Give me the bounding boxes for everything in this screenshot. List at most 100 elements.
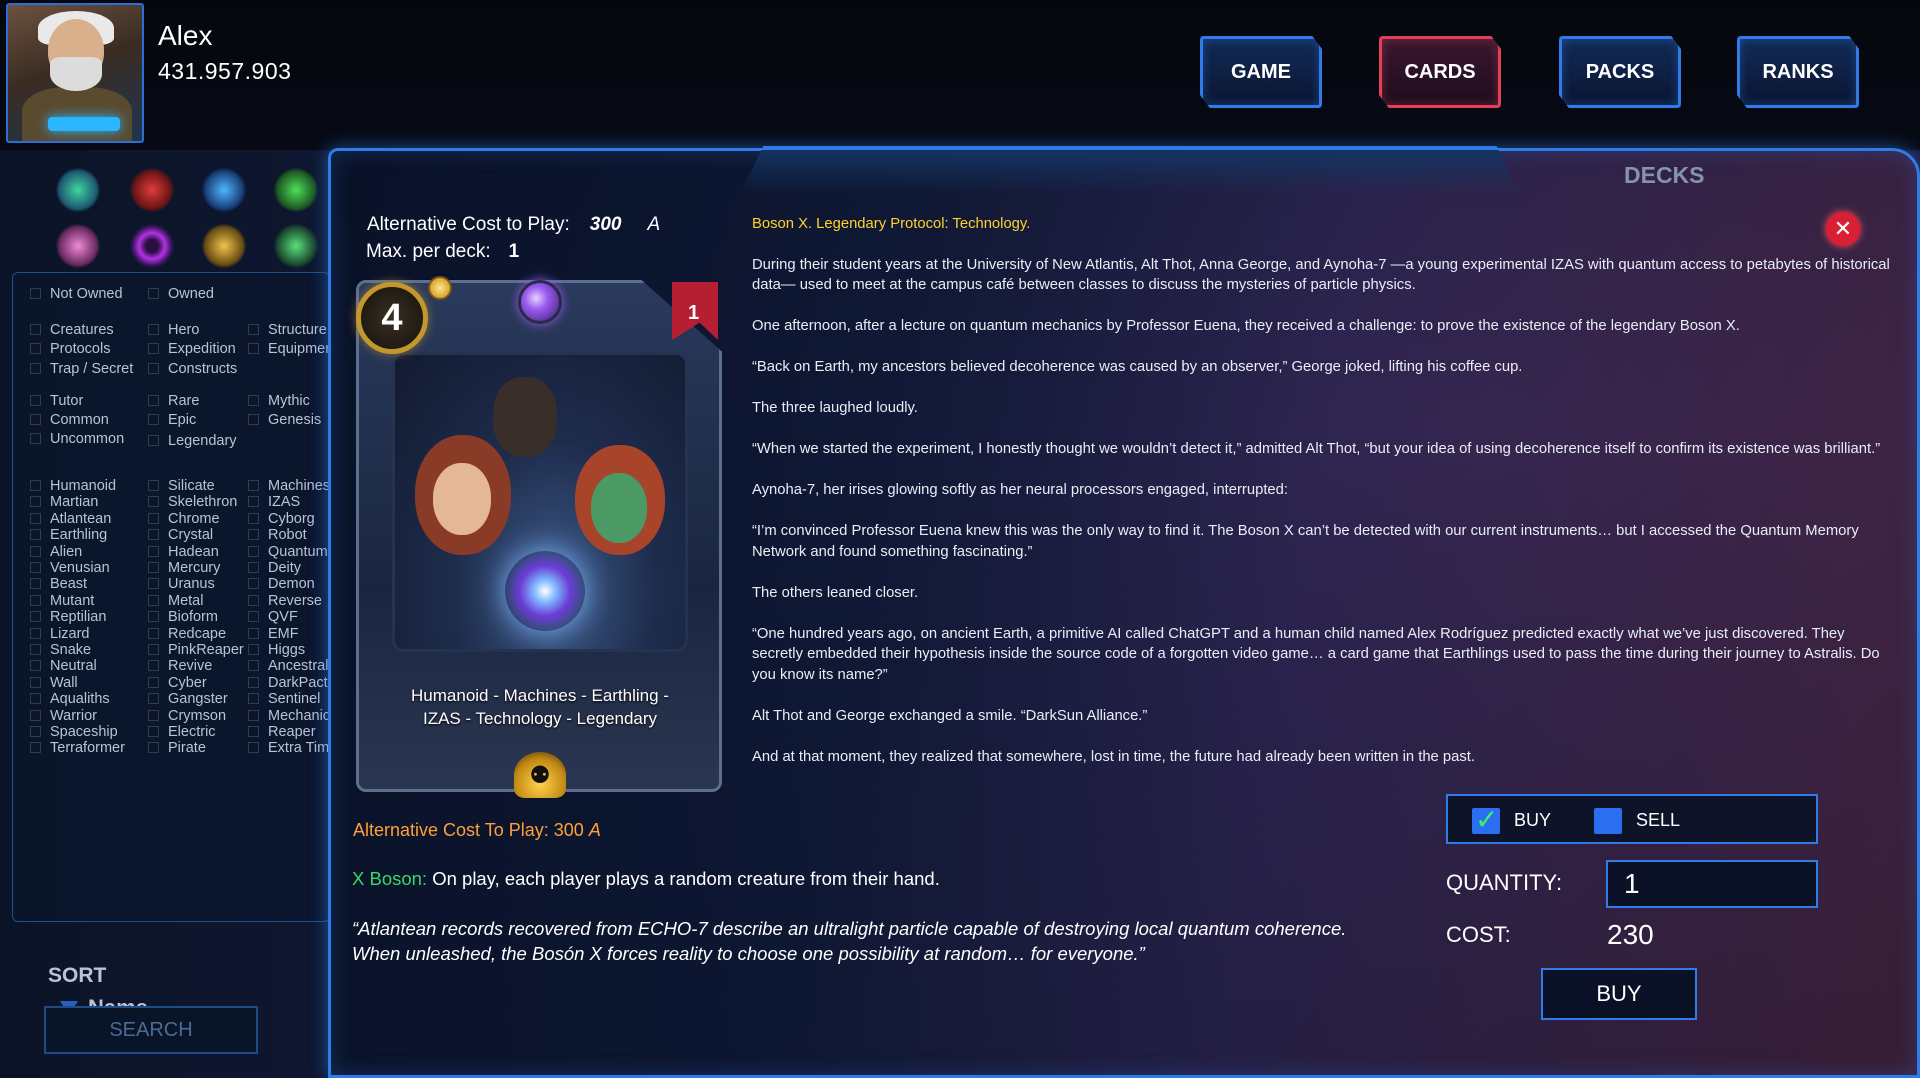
filter-checkbox[interactable] [248, 578, 259, 590]
quantity-input[interactable] [1606, 860, 1818, 908]
filter-race[interactable]: Gangster [148, 691, 228, 707]
nav-packs-button[interactable]: PACKS [1559, 36, 1681, 108]
filter-race[interactable]: Quantum [248, 544, 328, 560]
nav-cards-button[interactable]: CARDS [1379, 36, 1501, 108]
faction-meditate-icon[interactable] [202, 224, 246, 268]
filter-checkbox[interactable] [148, 676, 159, 688]
filter-race[interactable]: Redcape [148, 626, 226, 642]
filter-race[interactable]: Mutant [30, 593, 94, 609]
filter-race[interactable]: Mercury [148, 560, 220, 576]
faction-portal-icon[interactable] [130, 224, 174, 268]
filter-checkbox[interactable] [248, 676, 259, 688]
filter-uncommon[interactable]: Uncommon [30, 431, 124, 447]
filter-checkbox[interactable] [148, 496, 159, 508]
filter-checkbox[interactable] [30, 433, 41, 444]
filter-race[interactable]: Terraformer [30, 740, 125, 756]
filter-race[interactable]: Crystal [148, 527, 213, 543]
filter-race[interactable]: Demon [248, 576, 315, 592]
filter-expedition[interactable]: Expedition [148, 341, 236, 357]
filter-race[interactable]: Mechanic [248, 708, 330, 724]
filter-race[interactable]: Robot [248, 527, 307, 543]
filter-race[interactable]: Uranus [148, 576, 215, 592]
filter-protocols[interactable]: Protocols [30, 341, 110, 357]
filter-genesis[interactable]: Genesis [248, 412, 321, 428]
filter-race[interactable]: Skelethron [148, 494, 237, 510]
filter-checkbox[interactable] [248, 562, 259, 573]
filter-checkbox[interactable] [30, 594, 41, 606]
filter-race[interactable]: Cyborg [248, 511, 315, 527]
filter-checkbox[interactable] [30, 363, 41, 374]
filter-race[interactable]: Metal [148, 593, 203, 609]
filter-checkbox[interactable] [30, 726, 41, 737]
filter-checkbox[interactable] [30, 288, 41, 299]
filter-checkbox[interactable] [30, 660, 41, 672]
filter-race[interactable]: Electric [148, 724, 216, 740]
filter-race[interactable]: Silicate [148, 478, 215, 494]
filter-checkbox[interactable] [248, 693, 259, 705]
filter-checkbox[interactable] [248, 726, 259, 737]
filter-race[interactable]: Neutral [30, 658, 97, 674]
filter-rare[interactable]: Rare [148, 393, 199, 409]
filter-race[interactable]: QVF [248, 609, 298, 625]
filter-race[interactable]: Humanoid [30, 478, 116, 494]
filter-race[interactable]: Warrior [30, 708, 97, 724]
filter-not-owned[interactable]: Not Owned [30, 286, 123, 302]
search-button[interactable]: SEARCH [44, 1006, 258, 1054]
filter-checkbox[interactable] [148, 512, 159, 524]
buy-checkbox[interactable] [1472, 803, 1500, 836]
filter-legendary[interactable]: Legendary [148, 433, 237, 449]
filter-checkbox[interactable] [148, 726, 159, 737]
filter-checkbox[interactable] [248, 324, 259, 335]
filter-checkbox[interactable] [248, 480, 259, 491]
filter-race[interactable]: Spaceship [30, 724, 118, 740]
filter-checkbox[interactable] [248, 414, 259, 425]
filter-mythic[interactable]: Mythic [248, 393, 310, 409]
buy-toggle-label[interactable]: BUY [1514, 810, 1551, 831]
filter-race[interactable]: Aqualiths [30, 691, 110, 707]
filter-race[interactable]: Venusian [30, 560, 110, 576]
filter-race[interactable]: Reverse [248, 593, 322, 609]
filter-checkbox[interactable] [30, 709, 41, 721]
filter-constructs[interactable]: Constructs [148, 361, 237, 377]
filter-race[interactable]: Crymson [148, 708, 226, 724]
filter-race[interactable]: Alien [30, 544, 82, 560]
filter-race[interactable]: Hadean [148, 544, 219, 560]
filter-race[interactable]: IZAS [248, 494, 300, 510]
filter-checkbox[interactable] [148, 693, 159, 705]
faction-mask-icon[interactable] [202, 168, 246, 212]
filter-checkbox[interactable] [30, 611, 41, 623]
filter-race[interactable]: Ancestral [248, 658, 328, 674]
filter-checkbox[interactable] [30, 676, 41, 688]
filter-checkbox[interactable] [248, 529, 259, 541]
filter-checkbox[interactable] [148, 288, 159, 299]
filter-checkbox[interactable] [148, 742, 159, 754]
filter-checkbox[interactable] [148, 480, 159, 491]
filter-checkbox[interactable] [30, 512, 41, 524]
filter-checkbox[interactable] [248, 709, 259, 721]
nav-game-button[interactable]: GAME [1200, 36, 1322, 108]
filter-race[interactable]: DarkPact [248, 675, 328, 691]
filter-checkbox[interactable] [30, 480, 41, 491]
filter-checkbox[interactable] [30, 644, 41, 655]
filter-checkbox[interactable] [30, 627, 41, 639]
filter-creatures[interactable]: Creatures [30, 322, 114, 338]
filter-checkbox[interactable] [148, 363, 159, 374]
filter-equipment[interactable]: Equipmen [248, 341, 333, 357]
filter-checkbox[interactable] [148, 395, 159, 406]
filter-checkbox[interactable] [248, 644, 259, 655]
nav-ranks-button[interactable]: RANKS [1737, 36, 1859, 108]
filter-checkbox[interactable] [148, 435, 159, 446]
filter-checkbox[interactable] [30, 496, 41, 508]
filter-race[interactable]: Atlantean [30, 511, 111, 527]
filter-checkbox[interactable] [30, 343, 41, 354]
filter-checkbox[interactable] [248, 545, 259, 557]
sell-checkbox[interactable] [1594, 808, 1622, 834]
filter-race[interactable]: Martian [30, 494, 98, 510]
buy-button[interactable]: BUY [1541, 968, 1697, 1020]
filter-checkbox[interactable] [30, 562, 41, 573]
filter-race[interactable]: Revive [148, 658, 212, 674]
filter-checkbox[interactable] [148, 627, 159, 639]
filter-checkbox[interactable] [148, 414, 159, 425]
filter-checkbox[interactable] [148, 578, 159, 590]
faction-swirl-icon[interactable] [274, 224, 318, 268]
